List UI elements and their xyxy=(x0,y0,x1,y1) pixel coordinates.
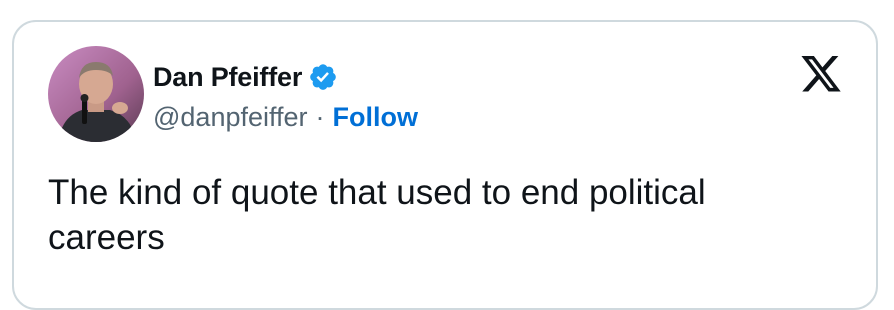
author-handle-row: @danpfeiffer · Follow xyxy=(153,100,418,134)
verified-badge-icon xyxy=(308,62,338,92)
x-logo-icon[interactable] xyxy=(799,56,843,96)
tweet-embed-card[interactable]: Dan Pfeiffer @danpfeiffer · Follow The k… xyxy=(12,20,878,310)
author-display-name[interactable]: Dan Pfeiffer xyxy=(153,62,302,93)
tweet-text: The kind of quote that used to end polit… xyxy=(48,173,706,257)
avatar[interactable] xyxy=(48,46,144,142)
separator-dot: · xyxy=(315,101,325,132)
author-handle[interactable]: @danpfeiffer xyxy=(153,102,308,133)
author-name-row: Dan Pfeiffer xyxy=(153,60,338,94)
follow-button[interactable]: Follow xyxy=(333,102,418,133)
